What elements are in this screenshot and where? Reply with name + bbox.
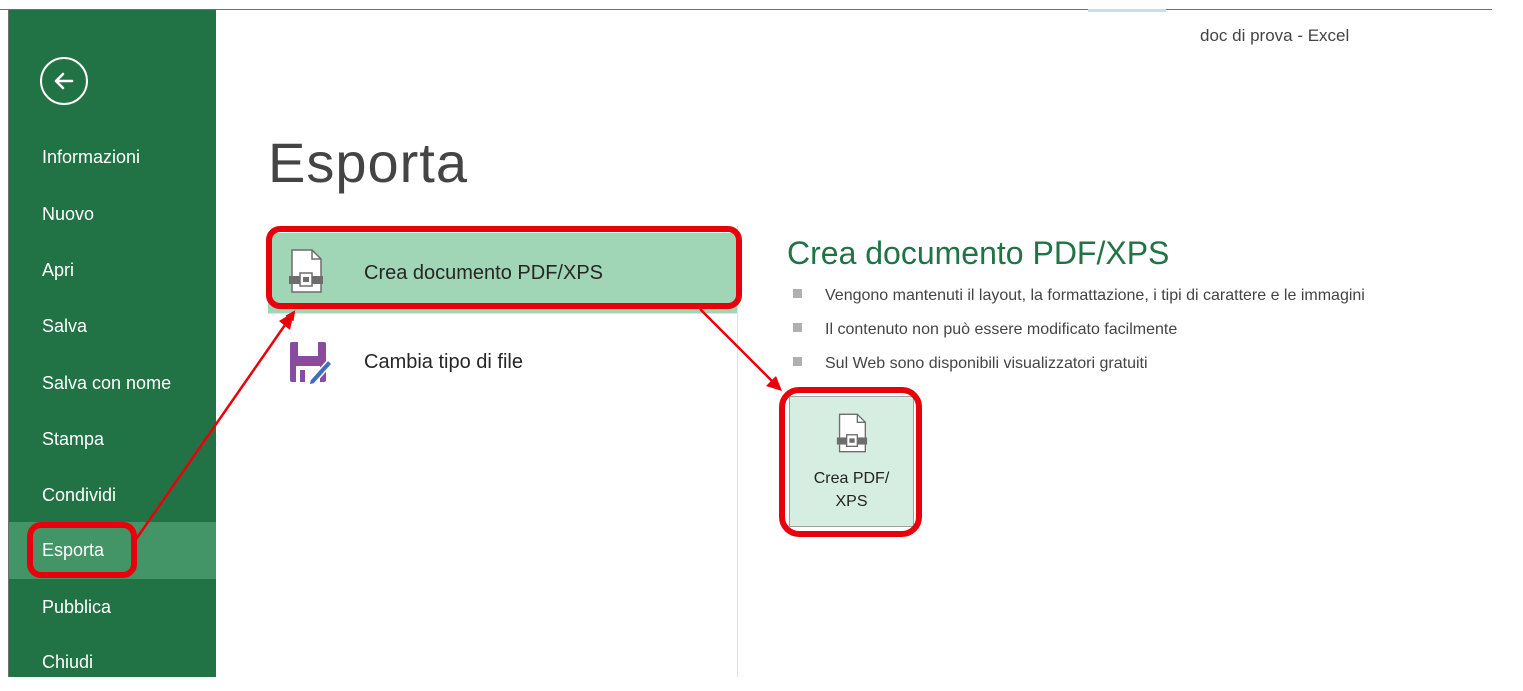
detail-bullet: Il contenuto non può essere modificato f…: [793, 321, 1177, 339]
detail-title: Crea documento PDF/XPS: [787, 235, 1170, 271]
sidebar-item-salva[interactable]: Salva: [9, 298, 216, 355]
detail-bullet: Sul Web sono disponibili visualizzatori …: [793, 355, 1148, 373]
arrowhead-option-to-button: [766, 376, 782, 391]
page-title: Esporta: [268, 131, 468, 194]
window-title: doc di prova - Excel: [1200, 26, 1350, 45]
pdf-document-icon: [289, 249, 323, 293]
bullet-text: Vengono mantenuti il layout, la formatta…: [825, 287, 1365, 304]
option-label: Crea documento PDF/XPS: [364, 262, 603, 284]
arrow-left-icon: [54, 72, 74, 90]
sidebar-item-pubblica[interactable]: Pubblica: [9, 579, 216, 636]
option-crea-documento-pdf-xps[interactable]: Crea documento PDF/XPS: [268, 233, 737, 313]
button-label-line1: Crea PDF/: [813, 470, 890, 487]
button-label-line2: XPS: [835, 493, 868, 510]
sidebar-item-esporta[interactable]: Esporta: [9, 522, 216, 579]
detail-bullet: Vengono mantenuti il layout, la formatta…: [793, 287, 1365, 305]
bullet-text: Il contenuto non può essere modificato f…: [825, 321, 1178, 338]
crea-pdf-xps-label: Crea PDF/ XPS: [790, 467, 913, 513]
sidebar-item-salva-con-nome[interactable]: Salva con nome: [9, 355, 216, 412]
sidebar-item-condividi[interactable]: Condividi: [9, 467, 216, 524]
sidebar-item-nuovo[interactable]: Nuovo: [9, 186, 216, 243]
sidebar-item-informazioni[interactable]: Informazioni: [9, 129, 216, 186]
bullet-text: Sul Web sono disponibili visualizzatori …: [825, 355, 1148, 372]
sidebar-item-stampa[interactable]: Stampa: [9, 411, 216, 468]
sidebar-item-chiudi[interactable]: Chiudi: [9, 634, 216, 691]
sidebar-item-apri[interactable]: Apri: [9, 242, 216, 299]
option-separator: [268, 313, 737, 314]
back-button[interactable]: [40, 57, 88, 105]
annotation-arrows: [130, 308, 782, 546]
bullet-square-icon: [793, 289, 802, 299]
crea-pdf-xps-button[interactable]: Crea PDF/ XPS: [789, 396, 914, 527]
option-cambia-tipo-di-file[interactable]: Cambia tipo di file: [268, 322, 737, 402]
bullet-square-icon: [793, 357, 802, 367]
bullet-square-icon: [793, 323, 802, 333]
frame-top-line: [0, 9, 1492, 10]
option-label: Cambia tipo di file: [364, 351, 523, 373]
frame-top-accent: [1088, 9, 1166, 12]
save-as-icon: [290, 342, 332, 386]
panel-divider: [737, 226, 738, 677]
pdf-document-icon: [836, 413, 868, 453]
